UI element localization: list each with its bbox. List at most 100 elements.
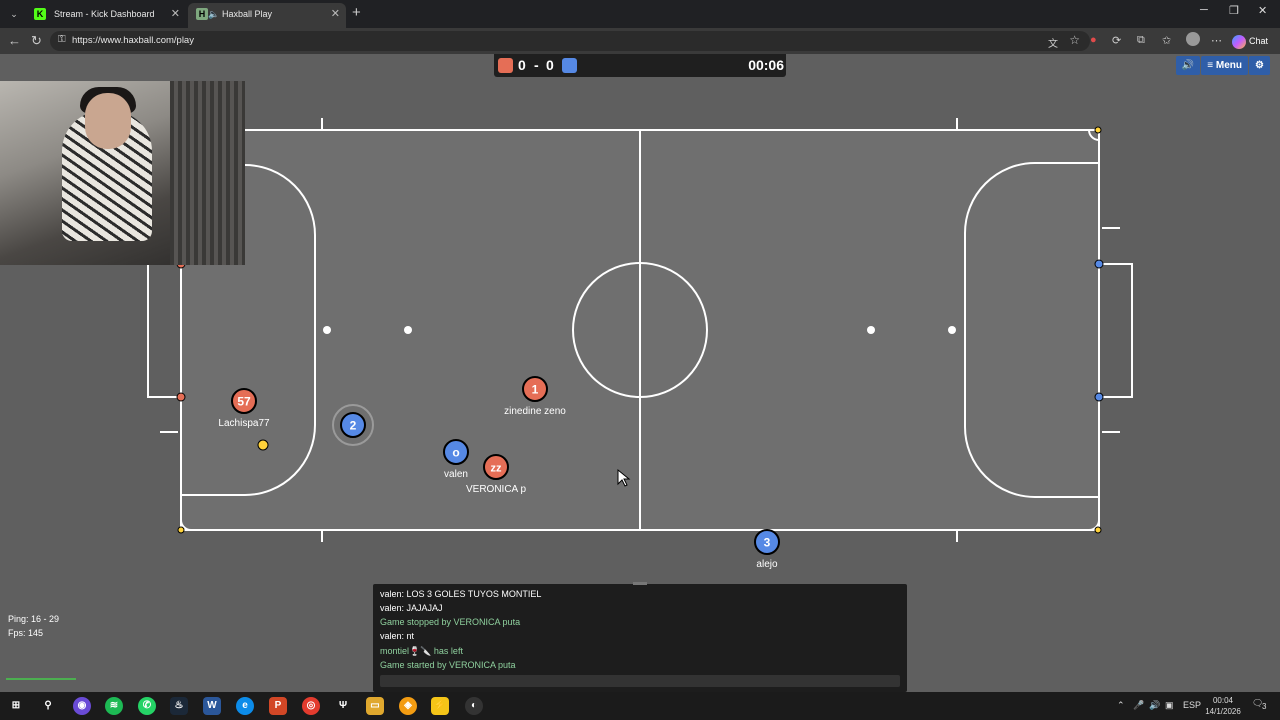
- chat-message: valen: LOS 3 GOLES TUYOS MONTIEL: [380, 589, 542, 599]
- close-tab-icon[interactable]: ✕: [331, 3, 340, 25]
- word-icon[interactable]: W: [203, 697, 221, 715]
- haxball-favicon-icon: H: [196, 8, 208, 20]
- fps-readout: Fps: 145: [8, 628, 44, 638]
- site-info-icon[interactable]: ⚿: [58, 34, 66, 45]
- tab-haxball-play[interactable]: H 🔈 Haxball Play ✕: [188, 3, 346, 28]
- microphone-icon[interactable]: 🎤: [1133, 700, 1144, 711]
- chat-message: valen: JAJAJAJ: [380, 603, 443, 613]
- url-text[interactable]: https://www.haxball.com/play: [72, 35, 194, 46]
- fps-graph: [6, 646, 76, 680]
- profile-avatar-icon[interactable]: [1186, 32, 1200, 46]
- sound-toggle-button[interactable]: 🔊: [1175, 56, 1201, 75]
- favorites-icon[interactable]: ✩: [1162, 34, 1171, 47]
- address-bar-row: ← ↻ ⚿ https://www.haxball.com/play 文 ☆ ●…: [0, 28, 1280, 54]
- game-menu: 🔊 ≡ Menu ⚙: [1175, 56, 1270, 75]
- ball: [257, 439, 269, 451]
- chat-message: valen: nt: [380, 631, 415, 641]
- clock-time: 00:04: [1212, 696, 1234, 705]
- powerpoint-icon[interactable]: P: [269, 697, 287, 715]
- blue-goal-post: [1094, 392, 1104, 402]
- player-avatar: 57: [237, 395, 251, 409]
- app-icon-w[interactable]: Ψ: [334, 697, 352, 715]
- tab-kick-dashboard[interactable]: K Stream - Kick Dashboard ✕: [26, 3, 186, 28]
- chrome-icon[interactable]: ◎: [302, 697, 320, 715]
- player-avatar: 2: [350, 419, 357, 433]
- tab-search-icon[interactable]: ⌄: [6, 6, 22, 22]
- extensions-puzzle-icon[interactable]: ⟳: [1112, 34, 1121, 47]
- menu-button[interactable]: ≡ Menu: [1201, 56, 1249, 75]
- notification-count: 3: [1262, 702, 1267, 711]
- minimize-icon[interactable]: ─: [1200, 4, 1208, 16]
- player-name: alejo: [756, 559, 778, 570]
- penalty-spot: [404, 326, 412, 334]
- net-stats: Ping: 16 - 29 Fps: 145: [8, 612, 59, 640]
- app-icon-orange[interactable]: ◈: [399, 697, 417, 715]
- tab-label: Stream - Kick Dashboard: [54, 9, 155, 19]
- app-icon-discord[interactable]: ◉: [73, 697, 91, 715]
- chat-notice: montiel🍷🔪 has left: [380, 646, 463, 656]
- webcam-overlay: [0, 81, 245, 265]
- bookmark-star-icon[interactable]: ☆: [1069, 33, 1080, 47]
- app-icon-yellow[interactable]: ⚡: [431, 697, 449, 715]
- close-tab-icon[interactable]: ✕: [171, 3, 180, 25]
- red-goal-post: [176, 392, 186, 402]
- player-avatar: 3: [764, 536, 771, 550]
- player-avatar: 1: [532, 383, 539, 397]
- player-name: zinedine zeno: [504, 406, 566, 417]
- tab-label: Haxball Play: [222, 9, 273, 19]
- split-screen-icon[interactable]: ⧉: [1137, 34, 1145, 47]
- volume-icon[interactable]: 🔊: [1149, 700, 1160, 711]
- left-goal: [147, 263, 181, 398]
- show-hidden-icons-icon[interactable]: ⌃: [1117, 700, 1125, 711]
- player-name: valen: [444, 469, 468, 480]
- red-score: 0: [518, 57, 526, 73]
- copilot-icon: [1232, 34, 1246, 49]
- settings-button[interactable]: ⚙: [1249, 56, 1270, 75]
- windows-taskbar: ⊞ ⚲ ◉ ≋ ✆ ♨ W e P ◎ Ψ ▭ ◈ ⚡ ◐ ⌃ 🎤 🔊 ▣ ES…: [0, 692, 1280, 720]
- tab-audio-icon[interactable]: 🔈: [208, 3, 219, 25]
- webcam-background: [170, 81, 245, 265]
- corner-marker: [177, 526, 185, 534]
- browser-tab-bar: ⌄ K Stream - Kick Dashboard ✕ H 🔈 Haxbal…: [0, 0, 1280, 28]
- player-valen: o valen: [443, 439, 469, 480]
- address-bar[interactable]: ⚿ https://www.haxball.com/play 文 ☆: [50, 31, 1090, 51]
- language-indicator[interactable]: ESP: [1183, 700, 1201, 710]
- scoreboard: 0 - 0 00:06: [494, 54, 786, 77]
- maximize-icon[interactable]: ❐: [1229, 4, 1239, 17]
- whatsapp-icon[interactable]: ✆: [138, 697, 156, 715]
- chat-resize-handle[interactable]: [633, 582, 647, 585]
- clock[interactable]: 00:04 14/1/2026: [1200, 695, 1246, 717]
- kick-favicon-icon: K: [34, 8, 46, 20]
- more-options-icon[interactable]: ⋯: [1211, 34, 1222, 47]
- obs-icon[interactable]: ◐: [465, 697, 483, 715]
- back-icon[interactable]: ←: [8, 33, 21, 48]
- reload-icon[interactable]: ↻: [31, 33, 42, 49]
- start-icon[interactable]: ⊞: [7, 697, 25, 715]
- new-tab-button[interactable]: +: [352, 4, 361, 21]
- webcam-person-head: [85, 93, 131, 149]
- spotify-icon[interactable]: ≋: [105, 697, 123, 715]
- network-icon[interactable]: ▣: [1165, 700, 1174, 711]
- blue-goal-post: [1094, 259, 1104, 269]
- corner-marker: [1094, 126, 1102, 134]
- blue-team-icon: [562, 58, 577, 73]
- score-separator: -: [534, 57, 539, 73]
- right-goal: [1099, 263, 1133, 398]
- close-window-icon[interactable]: ✕: [1258, 4, 1267, 17]
- extension-icon[interactable]: ●: [1090, 34, 1097, 46]
- player-avatar: zz: [491, 463, 503, 475]
- player-name: VERONICA p: [466, 484, 526, 495]
- copilot-chat-button[interactable]: Chat: [1232, 32, 1268, 50]
- penalty-spot: [948, 326, 956, 334]
- search-icon[interactable]: ⚲: [39, 697, 57, 715]
- penalty-spot: [323, 326, 331, 334]
- steam-icon[interactable]: ♨: [170, 697, 188, 715]
- haxball-game[interactable]: 57 Lachispa77 2 1 zinedine zeno o valen …: [0, 54, 1280, 692]
- chat-notice: Game started by VERONICA puta: [380, 660, 516, 670]
- file-explorer-icon[interactable]: ▭: [366, 697, 384, 715]
- translate-icon[interactable]: 文: [1048, 35, 1058, 50]
- edge-icon[interactable]: e: [236, 697, 254, 715]
- player-alejo: 3 alejo: [754, 529, 780, 570]
- chat-input[interactable]: [380, 675, 900, 687]
- player-avatar: o: [452, 446, 459, 460]
